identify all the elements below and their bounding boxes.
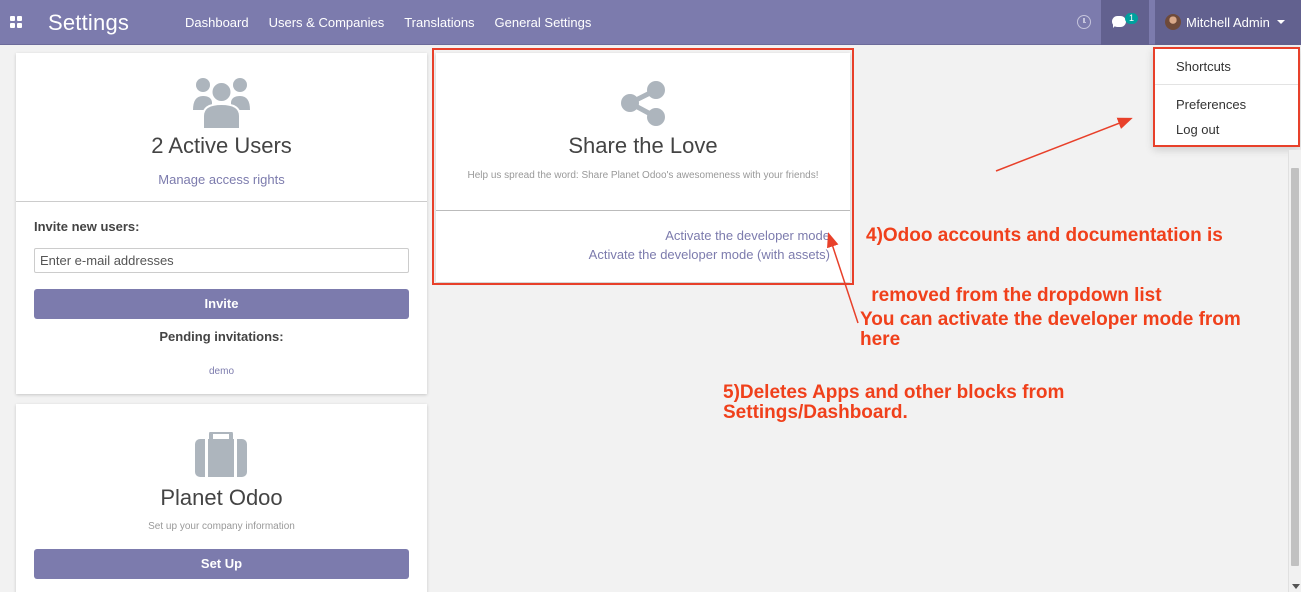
- messaging-button[interactable]: 1: [1101, 0, 1149, 45]
- menu-translations[interactable]: Translations: [394, 0, 484, 45]
- manage-access-rights-link[interactable]: Manage access rights: [158, 172, 284, 187]
- setup-button[interactable]: Set Up: [34, 549, 409, 579]
- activate-developer-mode-link[interactable]: Activate the developer mode: [665, 228, 830, 243]
- company-subtitle: Set up your company information: [148, 521, 295, 532]
- active-users-count: 2 Active Users: [151, 133, 292, 158]
- active-users-card: 2 Active Users Manage access rights Invi…: [16, 53, 427, 394]
- user-dropdown-menu: Shortcuts Preferences Log out: [1153, 47, 1300, 147]
- invite-label: Invite new users:: [34, 219, 140, 234]
- annotation-note-developer-mode: You can activate the developer mode from…: [860, 310, 1241, 350]
- share-subtitle: Help us spread the word: Share Planet Od…: [467, 170, 819, 181]
- avatar: [1165, 14, 1181, 30]
- share-title: Share the Love: [568, 133, 718, 158]
- annotation-line: here: [860, 329, 901, 350]
- annotation-line: 5)Deletes Apps and other blocks from: [723, 382, 1065, 403]
- annotation-line: 4)Odoo accounts and documentation is: [866, 225, 1223, 246]
- scroll-down-arrow-icon[interactable]: [1292, 584, 1300, 589]
- manage-link-wrap: Manage access rights: [16, 172, 427, 187]
- divider: [436, 210, 850, 211]
- annotation-line: Settings/Dashboard.: [723, 402, 908, 423]
- dropdown-divider: [1155, 84, 1298, 85]
- activity-clock-icon[interactable]: [1077, 15, 1091, 29]
- share-the-love-card: Share the Love Help us spread the word: …: [436, 53, 850, 282]
- caret-down-icon: [1277, 20, 1285, 24]
- menu-item-shortcuts[interactable]: Shortcuts: [1176, 59, 1231, 74]
- menu-dashboard[interactable]: Dashboard: [175, 0, 259, 45]
- annotation-note-5: 5)Deletes Apps and other blocks from Set…: [723, 383, 1064, 423]
- scrollbar-thumb[interactable]: [1291, 168, 1299, 566]
- page-scrollbar[interactable]: [1288, 150, 1301, 592]
- company-card: Planet Odoo Set up your company informat…: [16, 404, 427, 592]
- user-name: Mitchell Admin: [1186, 15, 1270, 30]
- app-title: Settings: [48, 10, 130, 35]
- menu-users-companies[interactable]: Users & Companies: [259, 0, 395, 45]
- top-navbar: Settings Dashboard Users & Companies Tra…: [0, 0, 1301, 45]
- apps-grid-icon[interactable]: [10, 16, 23, 28]
- divider: [16, 201, 427, 202]
- menu-item-logout[interactable]: Log out: [1176, 122, 1219, 137]
- pending-user-link[interactable]: demo: [209, 366, 234, 377]
- invite-email-input[interactable]: [34, 248, 409, 273]
- annotation-note-4: 4)Odoo accounts and documentation is rem…: [866, 186, 1223, 326]
- annotation-line: You can activate the developer mode from: [860, 309, 1241, 330]
- menu-item-preferences[interactable]: Preferences: [1176, 97, 1246, 112]
- chat-bubbles-icon: [1112, 16, 1126, 28]
- menu-general-settings[interactable]: General Settings: [485, 0, 602, 45]
- company-name: Planet Odoo: [160, 485, 283, 510]
- users-group-icon: [193, 78, 250, 129]
- invite-button[interactable]: Invite: [34, 289, 409, 319]
- annotation-line: removed from the dropdown list: [866, 285, 1162, 306]
- user-menu-toggle[interactable]: Mitchell Admin: [1155, 0, 1301, 45]
- main-menu: Dashboard Users & Companies Translations…: [175, 0, 601, 45]
- pending-list: demo: [16, 362, 427, 377]
- share-icon: [621, 81, 665, 126]
- pending-invitations-label: Pending invitations:: [159, 329, 284, 344]
- message-count-badge: 1: [1125, 13, 1139, 24]
- activate-developer-mode-assets-link[interactable]: Activate the developer mode (with assets…: [589, 247, 830, 262]
- briefcase-icon: [195, 432, 247, 477]
